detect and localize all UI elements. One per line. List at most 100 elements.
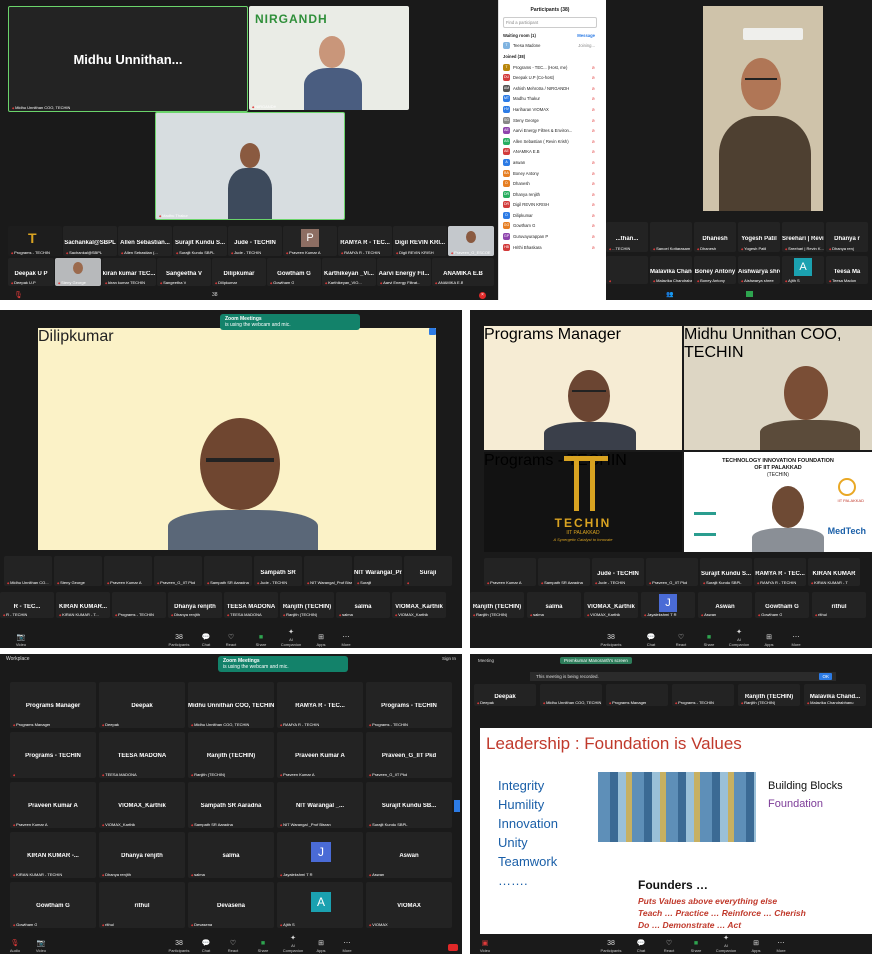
tile-programs-techin[interactable]: T Programs - TECHIN	[8, 226, 62, 256]
participant-row[interactable]: AE ANAMIKA E.B ⊘	[499, 147, 601, 158]
tile-anamika[interactable]: ANAMIKA E.B ANAMIKA E.B	[432, 258, 494, 286]
more-button[interactable]: ⋯ More	[335, 634, 357, 647]
participant-tile[interactable]: Praveen_G_IIT Pkd	[646, 558, 698, 586]
participant-tile[interactable]: RAMYA R - TEC... RAMYA R - TECHIN	[277, 682, 363, 728]
participant-tile[interactable]: VIOMAX_Karthik VIOMAX_Karthik	[584, 592, 638, 618]
participant-tile[interactable]: Programs - TECHIN Programs - TECHIN	[366, 682, 452, 728]
react-button[interactable]: ♡ React	[222, 940, 244, 953]
participant-tile[interactable]: TEESA MADONA TEESA MADONA	[99, 732, 185, 778]
share-icon[interactable]	[746, 291, 753, 297]
participant-tile[interactable]: Ajith S A	[782, 256, 824, 284]
participant-tile[interactable]: Praveen_G_IIT Pkd Praveen_G_IIT Pkd	[366, 732, 452, 778]
participant-tile[interactable]: Praveen Kumar A	[104, 556, 152, 586]
tile-praveen-g[interactable]: Praveen_G_ESCOE	[448, 226, 494, 256]
participant-tile[interactable]: VIOMAX VIOMAX	[366, 882, 452, 928]
tile-dilipkumar-speaker[interactable]: Dilipkumar	[38, 328, 436, 550]
participant-tile[interactable]: Praveen_G_IIT Pkd	[154, 556, 202, 586]
sign-in-button[interactable]: Sign In	[442, 656, 456, 661]
participant-tile[interactable]: Sanoel Kottarasam	[650, 222, 692, 252]
tile-surajit[interactable]: Surajit Kundu S... Surajit Kundu SBPL	[173, 226, 227, 256]
more-button[interactable]: ⋯ More	[785, 634, 807, 647]
chat-button[interactable]: 💬 Chat	[195, 940, 217, 953]
participant-row[interactable]: AE Aarvi Energy Filtres & Environ... ⊘	[499, 125, 601, 136]
tile-dilipkumar[interactable]: Dilipkumar Dilipkumar	[212, 258, 266, 286]
participant-tile[interactable]: Ranjith (TECHIN) Ranjith (TECHIN)	[470, 592, 524, 618]
participant-tile[interactable]: Suraji	[404, 556, 452, 586]
participant-tile[interactable]: Surajit Kundu SB... Surajit Kundu SBPL	[366, 782, 452, 828]
participant-search-input[interactable]: Find a participant	[503, 17, 597, 28]
ai-companion-button[interactable]: ✦ AI Companion	[280, 629, 302, 647]
tile-nirgandh[interactable]: NIRGANDH NIRGANDH	[249, 6, 409, 110]
participant-tile[interactable]: Midhu Unnithan COO, TECHIN	[540, 684, 602, 706]
participant-row[interactable]: D Dilipkumar ⊘	[499, 210, 601, 221]
joined-header[interactable]: Joined (38)	[499, 51, 601, 62]
tile-allen[interactable]: Allen Sebastian... Allen Sebastian (...	[118, 226, 172, 256]
zoom-toast[interactable]: Zoom Meetings is using the webcam and mi…	[218, 656, 348, 672]
participant-tile[interactable]: Malavika Chand...Malavika Chandrabhanu	[804, 684, 866, 706]
participant-row[interactable]: HB Hrithi Bhaskara ⊘	[499, 242, 601, 253]
apps-button[interactable]: ⊞ Apps	[310, 940, 332, 953]
participant-row[interactable]: GP Guruvayurappan P ⊘	[499, 231, 601, 242]
participant-row[interactable]: T Programs - TEC... (Host, me) ⊘	[499, 62, 601, 73]
participant-tile[interactable]: TEESA MADONA TEESA MADONA	[224, 592, 278, 618]
participants-button[interactable]: 38 Participants	[168, 940, 190, 953]
participant-row[interactable]: D Dhanesh ⊘	[499, 178, 601, 189]
tile-speaker-elder[interactable]	[703, 6, 823, 211]
more-button[interactable]: ⋯ More	[770, 940, 792, 953]
participant-tile[interactable]: salmasalma	[188, 832, 274, 878]
tile-digil[interactable]: Digil REVIN KRI... Digil REVIN KRISH	[393, 226, 447, 256]
participant-tile[interactable]: Midhu Unnithan COO, TECHIN Midhu Unnithan…	[188, 682, 274, 728]
chat-button[interactable]: 💬 Chat	[630, 940, 652, 953]
audio-button[interactable]: 🎙 Audio	[4, 940, 26, 953]
participant-tile[interactable]: Aishwarya shree Aishwarya shree	[738, 256, 780, 284]
tile-gowtham[interactable]: Gowtham G Gowtham G	[267, 258, 321, 286]
participant-tile[interactable]: Ajith S A	[277, 882, 363, 928]
participant-row[interactable]: DU Deepak U.P (Co-host) ⊘	[499, 72, 601, 83]
apps-button[interactable]: ⊞ Apps	[310, 634, 332, 647]
participant-tile[interactable]: ...than... ...TECHIN	[606, 222, 648, 252]
participant-tile[interactable]: Sampath SR Aaradna Sampath SR Aaradna	[188, 782, 274, 828]
participant-tile[interactable]: VIOMAX_Karthik VIOMAX_Karthik	[392, 592, 446, 618]
participant-tile[interactable]: Sreehari | Revin... Sreehari | Revin K...	[782, 222, 824, 252]
participant-tile[interactable]: Steny George	[54, 556, 102, 586]
participant-row[interactable]: HV Hariharan VIOMAX ⊘	[499, 104, 601, 115]
participant-tile[interactable]: Sampath SR Aaradna	[204, 556, 252, 586]
participant-row[interactable]: AM Ashish Mehrotra / NIRGANDH ⊘	[499, 83, 601, 94]
react-button[interactable]: ♡ React	[670, 634, 692, 647]
waiting-room-header[interactable]: Waiting room (1) Message	[499, 30, 601, 41]
share-button[interactable]: ■ Share	[250, 634, 272, 647]
participant-tile[interactable]: Gowtham G Gowtham G	[755, 592, 809, 618]
tile-kiran[interactable]: kiran kumar TEC... kiran kumar TECHIN	[102, 258, 156, 286]
tile-madhu-thakur[interactable]: Madhu Thakur	[155, 112, 345, 220]
participant-tile[interactable]: NIT Warangal _... NIT Warangal _Prof Bisr…	[277, 782, 363, 828]
tile-midhu[interactable]: Midhu Unnithan... Midhu Unnithan COO, TE…	[8, 6, 248, 112]
participant-row[interactable]: AS Allen Sebastian ( Revin Krish) ⊘	[499, 136, 601, 147]
participant-tile[interactable]: Dhanya renjith Dhanya renjith	[168, 592, 222, 618]
participant-row[interactable]: MT Madhu Thakur ⊘	[499, 94, 601, 105]
chat-button[interactable]: 💬 Chat	[640, 634, 662, 647]
participant-tile[interactable]: Sampath SR Aaradna	[538, 558, 590, 586]
meeting-tab[interactable]: Meeting	[478, 658, 494, 663]
participant-tile[interactable]: Programs Manager	[606, 684, 668, 706]
participant-tile[interactable]: salmasalma	[336, 592, 390, 618]
leave-button[interactable]	[448, 944, 458, 951]
participant-tile[interactable]: Aswan Aswan	[366, 832, 452, 878]
tile-sangeetha[interactable]: Sangeetha V Sangeetha V	[157, 258, 211, 286]
participant-tile[interactable]: Praveen Kumar A Praveen Kumar A	[10, 782, 96, 828]
message-button[interactable]: Message	[577, 33, 595, 38]
video-button[interactable]: 📷 Video	[10, 634, 32, 647]
participant-tile[interactable]	[606, 256, 648, 284]
participant-tile[interactable]: Jayalekshmi T R J	[277, 832, 363, 878]
video-button[interactable]: 📷 Video	[30, 940, 52, 953]
participant-tile[interactable]: Dhanesh Dhanesh	[694, 222, 736, 252]
next-page-arrow-icon[interactable]	[454, 800, 460, 812]
tile-deepak[interactable]: Deepak U P Deepak U.P	[8, 258, 54, 286]
tile-aarvi[interactable]: Aarvi Energy Fil... Aarvi Energy Filtrat.…	[377, 258, 431, 286]
participant-row[interactable]: Aaswan ⊘	[499, 157, 601, 168]
participant-tile[interactable]: Surajit Kundu S... Surajit Kundu SBPL	[700, 558, 752, 586]
participant-tile[interactable]: Sampath SR Jude - TECHIN	[254, 556, 302, 586]
tile-jude[interactable]: Jude - TECHIN Jude - TECHIN	[228, 226, 282, 256]
tile-techin-logo[interactable]: TECHIN IIT PALAKKAD A Synergetic Catalys…	[484, 452, 682, 552]
participant-tile[interactable]: KIRAN KUMAR -... KIRAN KUMAR - TECHIN	[10, 832, 96, 878]
participant-tile[interactable]: Deepak Deepak	[99, 682, 185, 728]
